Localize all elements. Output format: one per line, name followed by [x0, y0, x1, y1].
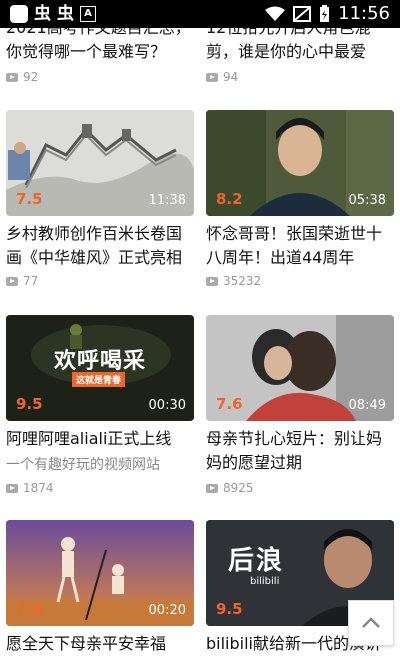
- notification-icon: 虫: [34, 4, 51, 24]
- clock: 11:56: [338, 3, 390, 24]
- rating-score: 9.5: [216, 600, 243, 618]
- thumbnail-subtext: 这就是青春: [72, 372, 126, 387]
- video-subtitle: 一个有趣好玩的视频网站: [6, 457, 160, 473]
- view-count-value: 1874: [23, 481, 54, 495]
- video-card[interactable]: 7.6 08:49 母亲节扎心短片：别让妈妈的愿望过期 8925: [206, 315, 394, 500]
- rating-score: 7.5: [16, 190, 43, 208]
- view-count: 1874: [6, 481, 54, 495]
- video-card[interactable]: 欢呼喝采 这就是青春 9.5 00:30 阿哩阿哩aliali正式上线 一个有趣…: [6, 315, 194, 500]
- video-thumbnail[interactable]: 8.2 05:38: [206, 110, 394, 216]
- video-feed: 2021高考作文题目汇总，你觉得哪一个最难写？ 92 12位拾光开启人角色混剪，…: [0, 0, 400, 653]
- video-title: 母亲节扎心短片：别让妈妈的愿望过期: [206, 429, 383, 472]
- video-title: 愿全天下母亲平安幸福: [6, 634, 167, 653]
- play-count-icon: [6, 483, 18, 493]
- rating-score: 7.0: [16, 600, 43, 618]
- chevron-up-icon: [362, 617, 380, 628]
- battery-charging-icon: [320, 5, 330, 22]
- video-duration: 00:30: [148, 398, 186, 413]
- video-card[interactable]: 7.5 11:38 乡村教师创作百米长卷国画《中华雄风》正式亮相 77: [6, 110, 194, 300]
- view-count-value: 35232: [223, 274, 262, 288]
- thumbnail-headline: 欢呼喝采: [54, 349, 147, 374]
- view-count: 94: [206, 70, 238, 84]
- video-thumbnail[interactable]: 7.5 11:38: [6, 110, 194, 216]
- rating-score: 7.6: [216, 395, 243, 413]
- video-title: 乡村教师创作百米长卷国画《中华雄风》正式亮相: [6, 224, 183, 267]
- app-notification-icon: [10, 5, 28, 23]
- rating-score: 9.5: [16, 395, 43, 413]
- video-card[interactable]: 7.0 00:20 愿全天下母亲平安幸福: [6, 520, 194, 653]
- view-count-value: 94: [223, 70, 239, 84]
- video-card[interactable]: 8.2 05:38 怀念哥哥！张国荣逝世十八周年！出道44周年 35232: [206, 110, 394, 300]
- view-count-value: 77: [23, 274, 39, 288]
- view-count-value: 8925: [223, 481, 254, 495]
- play-count-icon: [206, 276, 218, 286]
- play-count-icon: [206, 72, 218, 82]
- video-thumbnail[interactable]: 7.0 00:20: [6, 520, 194, 626]
- video-duration: 05:38: [348, 193, 386, 208]
- video-duration: 08:49: [348, 398, 386, 413]
- thumbnail-subtext: bilibili: [250, 576, 280, 587]
- view-count: 8925: [206, 481, 254, 495]
- rating-score: 8.2: [216, 190, 243, 208]
- video-duration: 00:20: [148, 603, 186, 618]
- play-count-icon: [206, 483, 218, 493]
- thumbnail-headline: 后浪: [228, 546, 285, 576]
- play-count-icon: [6, 72, 18, 82]
- back-to-top-button[interactable]: [348, 600, 394, 646]
- a-notification-icon: A: [80, 6, 96, 22]
- status-bar: 虫 虫 A 11:56: [0, 0, 400, 28]
- video-duration: 11:38: [148, 193, 186, 208]
- wifi-icon: [265, 6, 286, 21]
- view-count: 92: [6, 70, 38, 84]
- play-count-icon: [6, 276, 18, 286]
- view-count: 77: [6, 274, 38, 288]
- view-count-value: 92: [23, 70, 39, 84]
- no-signal-icon: [293, 6, 312, 22]
- video-thumbnail[interactable]: 欢呼喝采 这就是青春 9.5 00:30: [6, 315, 194, 421]
- view-count: 35232: [206, 274, 261, 288]
- video-title: 怀念哥哥！张国荣逝世十八周年！出道44周年: [206, 224, 383, 267]
- notification-icon: 虫: [57, 4, 74, 24]
- video-thumbnail[interactable]: 7.6 08:49: [206, 315, 394, 421]
- video-title: 阿哩阿哩aliali正式上线: [6, 429, 172, 448]
